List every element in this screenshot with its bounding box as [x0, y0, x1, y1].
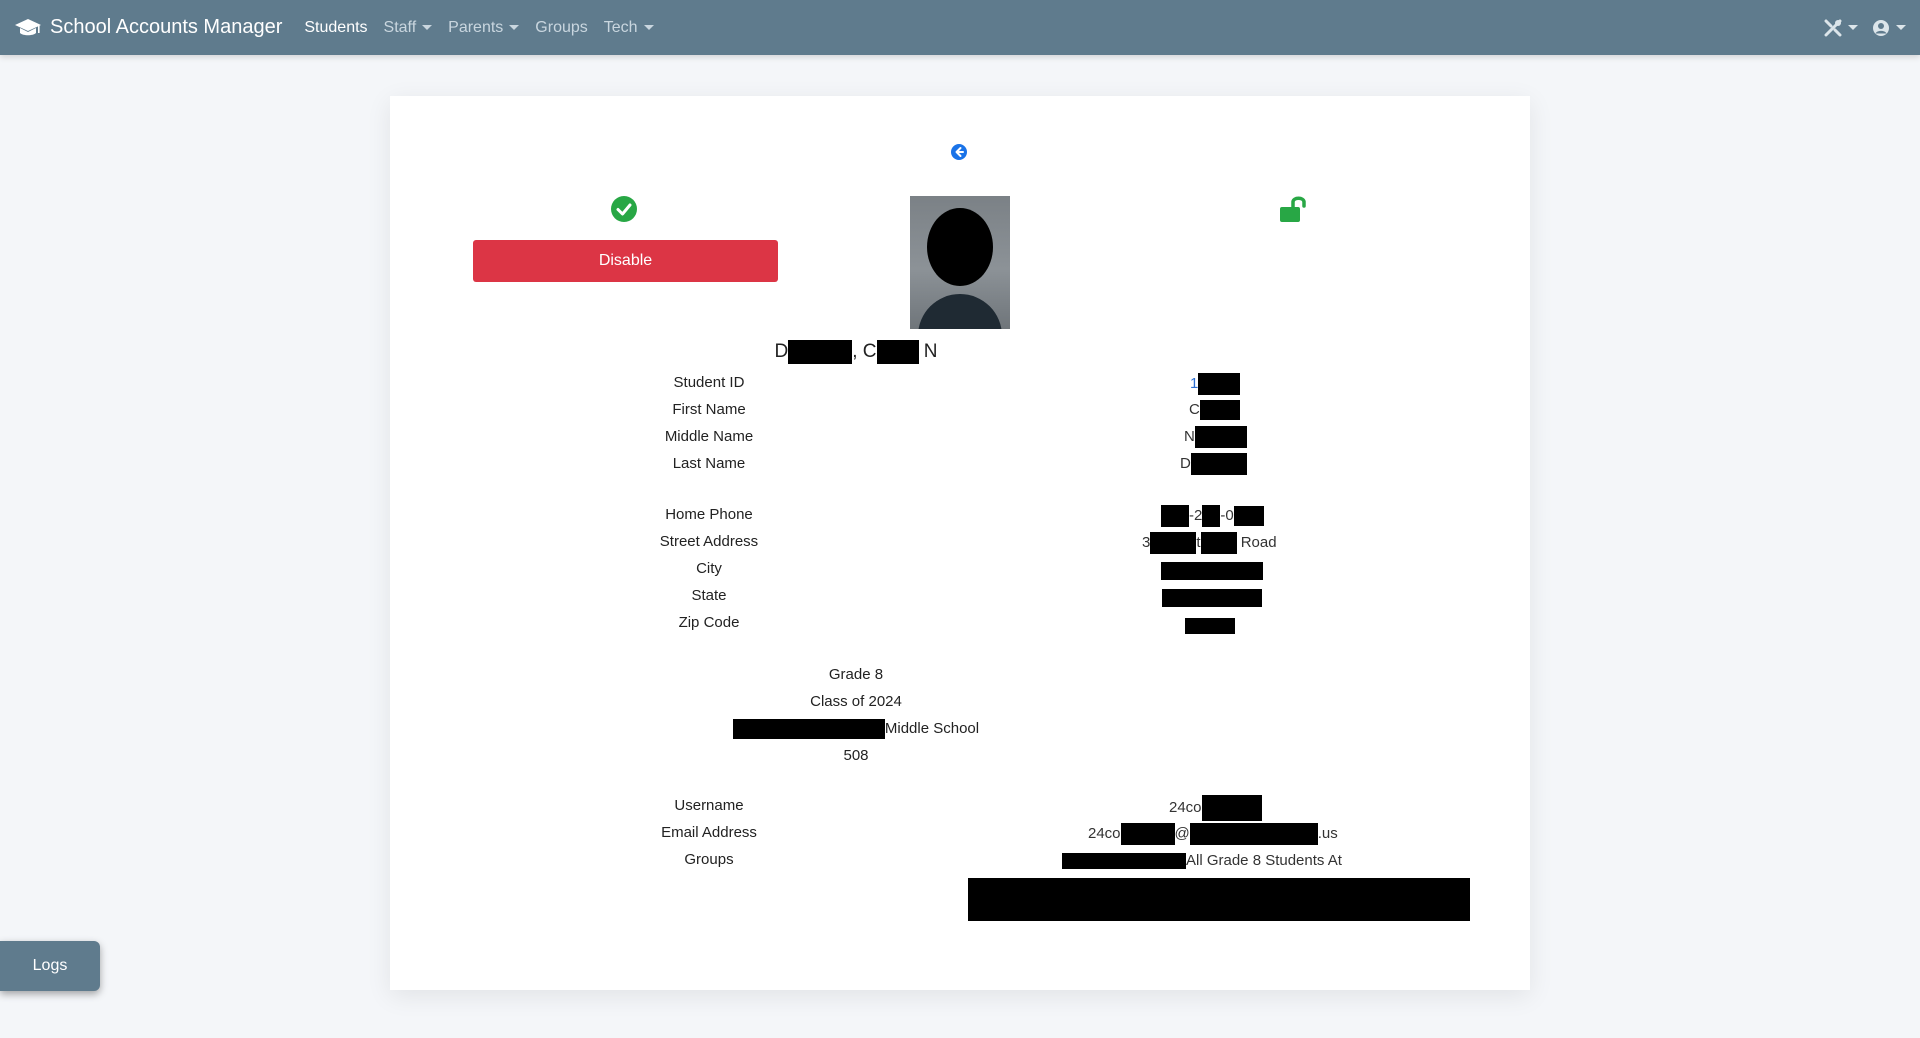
redaction [968, 878, 1470, 921]
value-state [1162, 589, 1262, 608]
label-street-address: Street Address [659, 533, 759, 550]
value-student-id: 1 [1190, 373, 1241, 395]
school-text: Middle School [390, 719, 1322, 739]
top-navbar: School Accounts Manager Students Staff P… [0, 0, 1920, 55]
main-nav: Students Staff Parents Groups Tech [304, 19, 669, 37]
nav-right [1810, 0, 1906, 55]
chevron-down-icon [509, 25, 520, 30]
label-middle-name: Middle Name [664, 428, 754, 445]
student-card: Disable D , C N Student ID First Name Mid… [390, 96, 1530, 990]
redaction [876, 340, 919, 364]
label-email-address: Email Address [661, 824, 757, 841]
nav-students-label: Students [304, 18, 368, 36]
label-home-phone: Home Phone [665, 506, 753, 523]
label-first-name: First Name [672, 401, 746, 418]
nav-students[interactable]: Students [304, 19, 367, 37]
tools-icon [1824, 19, 1842, 36]
nav-staff[interactable]: Staff [384, 19, 433, 37]
chevron-down-icon [643, 25, 654, 30]
name-part: N [923, 341, 938, 363]
disable-button[interactable]: Disable [473, 240, 778, 282]
value-email: 24co @ .us [1088, 823, 1338, 845]
student-photo [910, 196, 1010, 329]
user-menu[interactable] [1872, 19, 1906, 37]
name-part: D [774, 341, 789, 363]
check-circle-icon [611, 196, 637, 222]
student-full-name: D , C N [390, 340, 1322, 364]
value-groups: All Grade 8 Students At [1062, 852, 1342, 870]
nav-tech[interactable]: Tech [604, 19, 654, 37]
nav-staff-label: Staff [383, 18, 417, 36]
label-zip-code: Zip Code [678, 614, 740, 631]
value-username: 24co [1169, 795, 1262, 821]
value-first-name: C [1189, 400, 1240, 420]
nav-parents-label: Parents [448, 18, 504, 36]
name-part: , C [852, 341, 877, 363]
value-home-phone: -2 -0 [1161, 505, 1264, 527]
brand-link[interactable]: School Accounts Manager [14, 16, 282, 39]
value-street-address: 3t Road [1142, 532, 1277, 554]
unlock-icon[interactable] [1278, 194, 1310, 224]
chevron-down-icon [422, 25, 433, 30]
class-of-text: Class of 2024 [810, 693, 902, 710]
label-username: Username [674, 797, 744, 814]
label-groups: Groups [684, 851, 734, 868]
nav-tech-label: Tech [603, 18, 638, 36]
redaction [788, 340, 853, 364]
tools-menu[interactable] [1824, 19, 1858, 37]
arrow-left-circle-icon[interactable] [950, 143, 968, 161]
nav-groups[interactable]: Groups [535, 19, 587, 37]
value-city [1161, 562, 1263, 581]
label-student-id: Student ID [673, 374, 745, 391]
brand-title: School Accounts Manager [50, 16, 283, 38]
room-text: 508 [843, 747, 869, 764]
nav-groups-label: Groups [535, 18, 588, 36]
value-middle-name: N [1184, 426, 1247, 448]
label-state: State [691, 587, 727, 604]
logs-button[interactable]: Logs [0, 941, 100, 991]
user-circle-icon [1873, 19, 1889, 36]
label-city: City [696, 560, 722, 577]
value-last-name: D [1180, 453, 1247, 475]
grade-text: Grade 8 [828, 666, 884, 683]
nav-parents[interactable]: Parents [448, 18, 520, 37]
chevron-down-icon [1848, 25, 1858, 30]
graduation-cap-icon [15, 18, 41, 35]
chevron-down-icon [1896, 25, 1906, 30]
label-last-name: Last Name [672, 455, 746, 472]
value-zip-code [1185, 617, 1235, 635]
